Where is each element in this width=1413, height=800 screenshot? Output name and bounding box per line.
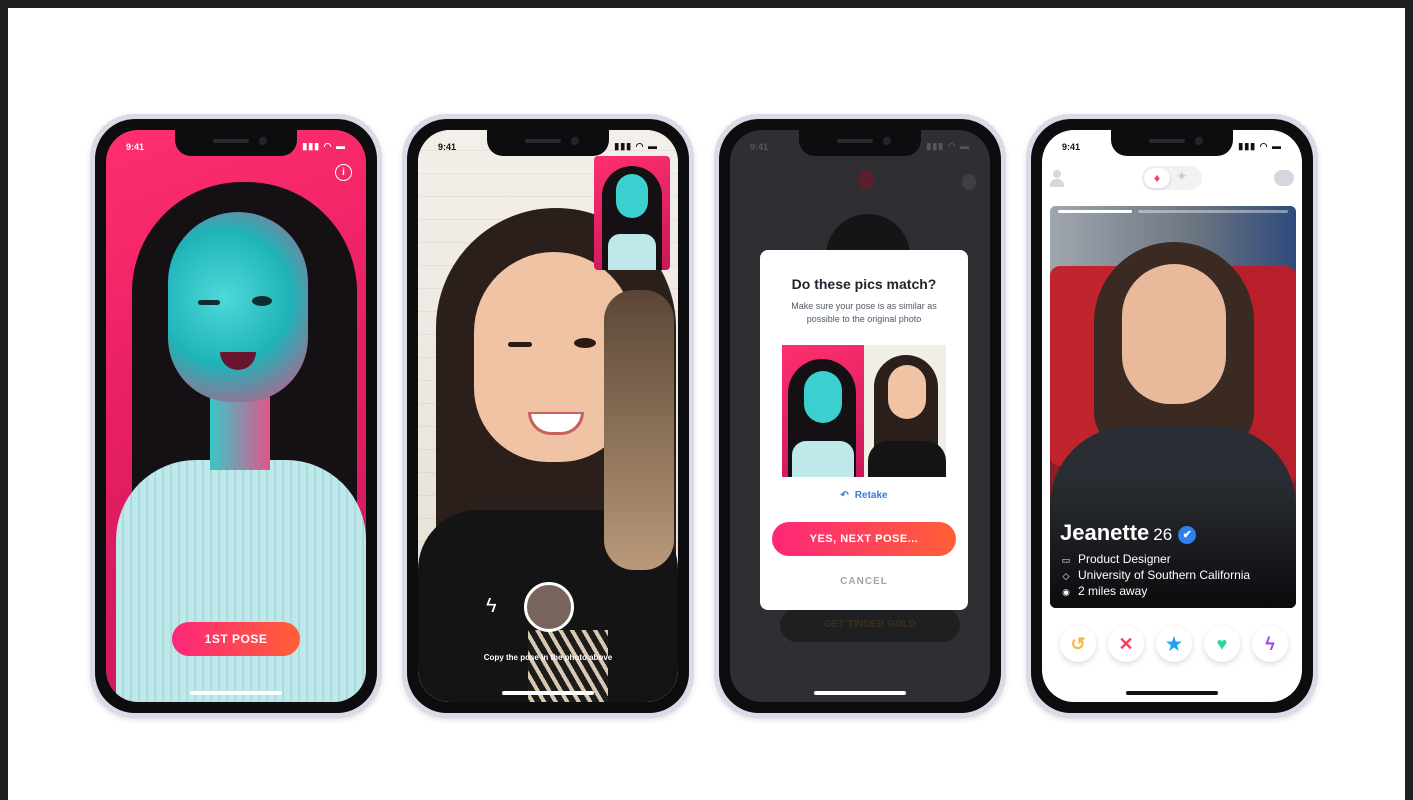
like-icon: ♥: [1216, 634, 1228, 654]
screen-profile: 9:41 ▮▮▮ ◠ ▬ ♦ ✦ Jeanette 26 ✔ ▭ Product…: [1042, 130, 1302, 702]
status-bar: 9:41 ▮▮▮ ◠ ▬: [438, 140, 658, 154]
nope-button[interactable]: ✕: [1108, 626, 1144, 662]
photo-progress: [1058, 210, 1288, 213]
phone-bezel: 9:41 ▮▮▮ ◠ ▬ ϟ Copy the pose in the phot…: [407, 119, 689, 713]
briefcase-icon: ▭: [1061, 555, 1071, 565]
home-indicator: [1126, 691, 1218, 695]
phone-pose-prompt: 9:41 ▮▮▮ ◠ ▬ i 1ST POSE: [90, 114, 382, 718]
rewind-button[interactable]: ↺: [1060, 626, 1096, 662]
canvas-frame: 9:41 ▮▮▮ ◠ ▬ i 1ST POSE 9:41 ▮▮▮ ◠ ▬ ϟ C…: [8, 8, 1405, 800]
status-icons: ▮▮▮ ◠ ▬: [614, 141, 658, 151]
location-pin-icon: ◉: [1062, 587, 1070, 597]
graduation-icon: ◇: [1062, 571, 1070, 581]
screen-camera: 9:41 ▮▮▮ ◠ ▬ ϟ Copy the pose in the phot…: [418, 130, 678, 702]
reference-photo: [106, 130, 366, 702]
boost-button[interactable]: ϟ: [1252, 626, 1288, 662]
boost-icon: ϟ: [1265, 634, 1275, 654]
phone-bezel: 9:41 ▮▮▮ ◠ ▬ GET TINDER GOLD Do these pi…: [719, 119, 1001, 713]
status-icons: ▮▮▮ ◠ ▬: [1238, 141, 1282, 151]
like-button[interactable]: ♥: [1204, 626, 1240, 662]
status-bar: 9:41 ▮▮▮ ◠ ▬: [750, 140, 970, 154]
job-line: ▭ Product Designer: [1060, 552, 1171, 566]
home-indicator: [502, 691, 594, 695]
phone-profile: 9:41 ▮▮▮ ◠ ▬ ♦ ✦ Jeanette 26 ✔ ▭ Product…: [1026, 114, 1318, 718]
dialog-title: Do these pics match?: [791, 276, 937, 292]
school-line: ◇ University of Southern California: [1060, 568, 1251, 582]
flash-icon[interactable]: ϟ: [486, 595, 497, 618]
screen-match-confirm: 9:41 ▮▮▮ ◠ ▬ GET TINDER GOLD Do these pi…: [730, 130, 990, 702]
info-icon[interactable]: i: [335, 164, 352, 181]
status-icons: ▮▮▮ ◠ ▬: [302, 141, 346, 151]
dialog-subtitle: Make sure your pose is as similar as pos…: [791, 301, 937, 324]
status-time: 9:41: [1062, 142, 1081, 152]
rewind-icon: ↺: [1070, 634, 1086, 654]
nope-icon: ✕: [1118, 634, 1134, 654]
yes-next-pose-button[interactable]: YES, NEXT POSE...: [772, 522, 956, 556]
phone-bezel: 9:41 ▮▮▮ ◠ ▬ ♦ ✦ Jeanette 26 ✔ ▭ Product…: [1031, 119, 1313, 713]
phone-match-confirm: 9:41 ▮▮▮ ◠ ▬ GET TINDER GOLD Do these pi…: [714, 114, 1006, 718]
get-gold-button: GET TINDER GOLD: [780, 608, 960, 642]
retake-label: Retake: [854, 490, 888, 501]
home-indicator: [814, 691, 906, 695]
status-bar: 9:41 ▮▮▮ ◠ ▬: [126, 140, 346, 154]
top-nav: ♦ ✦: [1042, 164, 1302, 194]
first-pose-button[interactable]: 1ST POSE: [172, 622, 300, 656]
mode-toggle[interactable]: ♦ ✦: [1142, 166, 1202, 190]
status-time: 9:41: [750, 142, 769, 152]
status-bar: 9:41 ▮▮▮ ◠ ▬: [1062, 140, 1282, 154]
verified-icon: ✔: [1178, 526, 1197, 544]
school-text: University of Southern California: [1078, 568, 1251, 582]
age-text: 26: [1153, 525, 1173, 544]
job-text: Product Designer: [1078, 552, 1171, 566]
cancel-button[interactable]: CANCEL: [760, 576, 968, 587]
status-time: 9:41: [438, 142, 457, 152]
profile-card[interactable]: Jeanette 26 ✔ ▭ Product Designer ◇ Universit…: [1050, 206, 1296, 608]
screen-pose-prompt: 9:41 ▮▮▮ ◠ ▬ i 1ST POSE: [106, 130, 366, 702]
match-dialog: Do these pics match? Make sure your pose…: [760, 250, 968, 610]
reference-thumbnail: [594, 156, 670, 270]
chat-icon[interactable]: [1274, 170, 1294, 186]
status-icons: ▮▮▮ ◠ ▬: [926, 141, 970, 151]
flame-icon: [858, 170, 874, 190]
retake-link[interactable]: ↶ Retake: [760, 490, 968, 501]
profile-icon[interactable]: [1050, 170, 1064, 187]
super-like-icon: ★: [1165, 634, 1183, 654]
flame-icon[interactable]: ♦: [1144, 168, 1170, 188]
distance-text: 2 miles away: [1078, 584, 1148, 598]
tinder-icon: [962, 174, 976, 190]
sparkle-icon[interactable]: ✦: [1176, 168, 1188, 185]
distance-line: ◉ 2 miles away: [1060, 584, 1147, 598]
super-like-button[interactable]: ★: [1156, 626, 1192, 662]
shutter-button[interactable]: [524, 582, 574, 632]
action-bar: ↺ ✕ ★ ♥ ϟ: [1042, 626, 1302, 666]
comparison-image: [782, 345, 946, 477]
home-indicator: [190, 691, 282, 695]
name-text: Jeanette: [1060, 520, 1150, 545]
phone-camera: 9:41 ▮▮▮ ◠ ▬ ϟ Copy the pose in the phot…: [402, 114, 694, 718]
status-time: 9:41: [126, 142, 145, 152]
phone-bezel: 9:41 ▮▮▮ ◠ ▬ i 1ST POSE: [95, 119, 377, 713]
pose-hint: Copy the pose in the photo above: [483, 653, 613, 662]
undo-icon: ↶: [840, 490, 849, 501]
profile-name: Jeanette 26 ✔: [1060, 520, 1197, 546]
